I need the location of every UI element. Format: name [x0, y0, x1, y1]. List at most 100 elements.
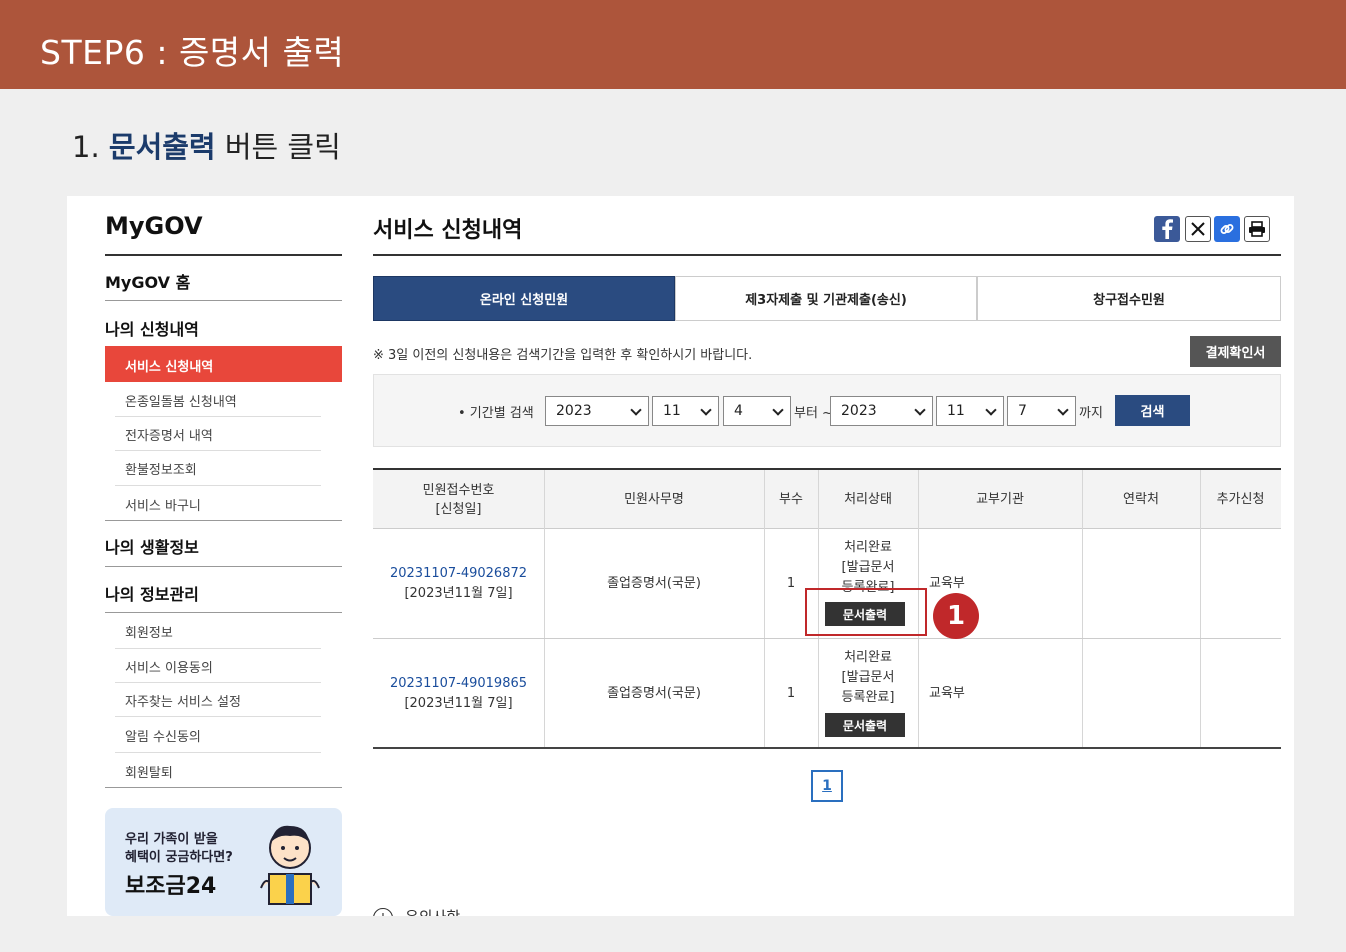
divider [544, 470, 545, 747]
divider [115, 450, 321, 451]
status-line1: 처리완료 [844, 650, 892, 665]
instruction-text: 1. 문서출력 버튼 클릭 [72, 124, 341, 166]
to-suffix: 까지 [1079, 406, 1103, 421]
application-date: [2023년11월 7일] [404, 696, 513, 711]
from-day-value: 4 [734, 403, 743, 419]
divider [105, 300, 342, 301]
from-year-value: 2023 [556, 403, 592, 419]
sidebar-section-life[interactable]: 나의 생활정보 [105, 534, 199, 558]
plus-icon: + [373, 908, 393, 916]
chevron-down-icon [630, 404, 642, 416]
tab-counter[interactable]: 창구접수민원 [977, 276, 1281, 321]
to-day-select[interactable]: 7 [1007, 396, 1076, 426]
page-title: 서비스 신청내역 [373, 218, 523, 243]
search-label: • 기간별 검색 [458, 406, 534, 421]
copies-value: 1 [786, 686, 796, 701]
application-date: [2023년11월 7일] [404, 586, 513, 601]
facebook-icon[interactable] [1154, 216, 1180, 242]
divider [115, 682, 321, 683]
sidebar-item-member-info[interactable]: 회원정보 [125, 622, 173, 641]
divider [115, 485, 321, 486]
agency-value: 교육부 [929, 576, 965, 591]
chevron-down-icon [914, 404, 926, 416]
to-day-value: 7 [1018, 403, 1027, 419]
print-icon[interactable] [1244, 216, 1270, 242]
sidebar-item-alert-consent[interactable]: 알림 수신동의 [125, 726, 201, 745]
application-number-link[interactable]: 20231107-49026872 [390, 566, 527, 581]
tab-third-party[interactable]: 제3자제출 및 기관제출(송신) [675, 276, 977, 321]
from-month-value: 11 [663, 403, 681, 419]
header-number-line1: 민원접수번호 [422, 482, 495, 498]
period-search-box: • 기간별 검색 2023 11 4 부터 ~ 2023 11 7 까지 검색 [373, 374, 1281, 447]
chevron-down-icon [772, 404, 784, 416]
divider [115, 716, 321, 717]
sidebar-section-apply[interactable]: 나의 신청내역 [105, 316, 199, 340]
person-gift-illustration-icon [260, 825, 320, 905]
to-year-select[interactable]: 2023 [830, 396, 933, 426]
service-name: 졸업증명서(국문) [607, 686, 701, 701]
column-header-status: 처리상태 [844, 492, 892, 507]
screenshot-frame: MyGOV MyGOV 홈 나의 신청내역 서비스 신청내역 온종일돌봄 신청내… [67, 196, 1294, 916]
divider [373, 747, 1281, 749]
sidebar-item-favorites[interactable]: 자주찾는 서비스 설정 [125, 691, 241, 710]
divider [115, 416, 321, 417]
chevron-down-icon [1057, 404, 1069, 416]
divider [105, 787, 342, 788]
sidebar-item-withdraw[interactable]: 회원탈퇴 [125, 762, 173, 781]
divider [373, 254, 1281, 256]
subsidy-promo-banner[interactable]: 우리 가족이 받을 혜택이 궁금하다면? 보조금24 [105, 808, 342, 916]
divider [105, 612, 342, 613]
caution-label: 유의사항 [405, 908, 460, 916]
payment-receipt-button[interactable]: 결제확인서 [1190, 336, 1281, 367]
divider [115, 752, 321, 753]
from-suffix: 부터 ~ [794, 406, 833, 421]
divider [115, 648, 321, 649]
promo-line-1: 우리 가족이 받을 [125, 832, 218, 847]
x-icon[interactable] [1185, 216, 1211, 242]
instruction-prefix: 1. [72, 130, 109, 164]
divider [105, 520, 342, 521]
status-line2: [발급문서 [841, 670, 895, 685]
sidebar-section-info[interactable]: 나의 정보관리 [105, 581, 199, 605]
divider [1082, 470, 1083, 747]
application-number-link[interactable]: 20231107-49019865 [390, 676, 527, 691]
status-text: 처리완료 [발급문서 등록완료] [818, 648, 918, 708]
link-icon[interactable] [1214, 216, 1240, 242]
promo-line-2: 혜택이 궁금하다면? [125, 850, 233, 865]
sidebar-item-e-certificate[interactable]: 전자증명서 내역 [125, 425, 213, 444]
column-header-agency: 교부기관 [976, 492, 1024, 507]
table-header: 민원접수번호 [신청일] 민원사무명 부수 처리상태 교부기관 연락처 추가신청 [373, 470, 1281, 529]
search-button[interactable]: 검색 [1115, 395, 1190, 426]
chevron-down-icon [985, 404, 997, 416]
tab-online[interactable]: 온라인 신청민원 [373, 276, 675, 321]
pagination-page[interactable]: 1 [811, 770, 843, 802]
sidebar-item-service-history[interactable]: 서비스 신청내역 [105, 346, 342, 382]
sidebar-title[interactable]: MyGOV [105, 212, 203, 240]
divider [1200, 470, 1201, 747]
print-button-highlight [805, 588, 927, 636]
sidebar-item-care[interactable]: 온종일돌봄 신청내역 [125, 391, 237, 410]
agency-value: 교육부 [929, 686, 965, 701]
sidebar-item-refund[interactable]: 환불정보조회 [125, 459, 197, 478]
divider [105, 254, 342, 256]
column-header-number: 민원접수번호 [신청일] [373, 470, 544, 529]
step-marker: 1 [933, 593, 979, 639]
step-title: STEP6 : 증명서 출력 [40, 33, 345, 72]
to-month-select[interactable]: 11 [936, 396, 1004, 426]
from-year-select[interactable]: 2023 [545, 396, 649, 426]
table-row-number: 20231107-49026872 [2023년11월 7일] [373, 564, 544, 604]
status-line3: 등록완료] [841, 690, 895, 705]
from-month-select[interactable]: 11 [652, 396, 719, 426]
caution-heading: + 유의사항 [373, 906, 460, 916]
to-year-value: 2023 [841, 403, 877, 419]
print-document-button[interactable]: 문서출력 [825, 713, 905, 737]
divider [373, 638, 1281, 639]
sidebar-item-basket[interactable]: 서비스 바구니 [125, 495, 201, 514]
chevron-down-icon [700, 404, 712, 416]
from-day-select[interactable]: 4 [723, 396, 791, 426]
instruction-bold: 문서출력 [108, 130, 216, 164]
status-line1: 처리완료 [844, 540, 892, 555]
sidebar-item-home[interactable]: MyGOV 홈 [105, 269, 190, 293]
sidebar-item-service-consent[interactable]: 서비스 이용동의 [125, 657, 213, 676]
divider [105, 566, 342, 567]
